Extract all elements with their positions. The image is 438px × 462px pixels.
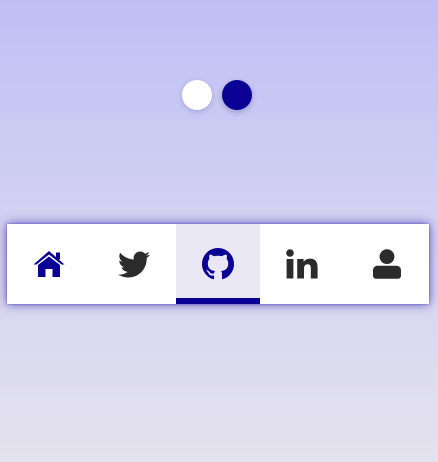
github-icon — [202, 248, 235, 280]
bottom-nav-bar — [7, 224, 429, 304]
nav-item-linkedin[interactable] — [260, 224, 344, 304]
nav-item-home[interactable] — [7, 224, 91, 304]
nav-item-twitter[interactable] — [91, 224, 175, 304]
nav-item-github[interactable] — [175, 224, 261, 304]
theme-toggle — [182, 80, 254, 112]
nav-item-profile[interactable] — [345, 224, 429, 304]
twitter-icon — [117, 250, 150, 277]
dark-theme-dot[interactable] — [222, 80, 252, 110]
user-icon — [372, 249, 401, 279]
linkedin-icon — [286, 249, 319, 279]
light-theme-dot[interactable] — [182, 80, 212, 110]
home-icon — [33, 251, 65, 277]
